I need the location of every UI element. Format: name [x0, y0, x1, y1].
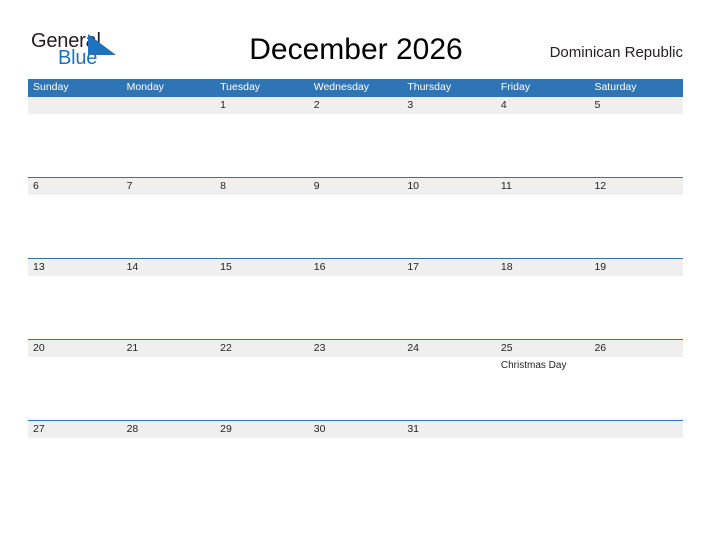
day-events[interactable]: [402, 438, 496, 501]
day-number[interactable]: 14: [122, 259, 216, 276]
week-event-body: Christmas Day: [28, 357, 683, 420]
weekday-header-monday: Monday: [126, 81, 164, 93]
day-events[interactable]: [122, 438, 216, 501]
day-events[interactable]: [215, 357, 309, 420]
day-events[interactable]: [28, 114, 122, 177]
day-number[interactable]: 5: [589, 97, 683, 114]
day-events[interactable]: [122, 195, 216, 258]
day-events[interactable]: [215, 114, 309, 177]
day-events[interactable]: [496, 438, 590, 501]
day-events[interactable]: [309, 438, 403, 501]
weekday-header-row: Sunday Monday Tuesday Wednesday Thursday…: [28, 79, 683, 96]
weekday-header-tuesday: Tuesday: [220, 81, 261, 93]
day-events[interactable]: [589, 195, 683, 258]
day-events[interactable]: [402, 195, 496, 258]
day-number[interactable]: 2: [309, 97, 403, 114]
weekday-header-sunday: Sunday: [33, 81, 69, 93]
day-number[interactable]: 10: [402, 178, 496, 195]
day-number[interactable]: 13: [28, 259, 122, 276]
day-number[interactable]: 30: [309, 421, 403, 438]
day-events[interactable]: [496, 114, 590, 177]
day-events[interactable]: [28, 438, 122, 501]
day-events[interactable]: [402, 357, 496, 420]
day-events[interactable]: [589, 276, 683, 339]
week-date-band: 6 7 8 9 10 11 12: [28, 178, 683, 195]
day-events[interactable]: [28, 195, 122, 258]
day-number[interactable]: 16: [309, 259, 403, 276]
day-number[interactable]: [496, 421, 590, 438]
day-events[interactable]: [589, 438, 683, 501]
calendar-grid: Sunday Monday Tuesday Wednesday Thursday…: [28, 79, 683, 501]
day-number[interactable]: 24: [402, 340, 496, 357]
week-date-band: 13 14 15 16 17 18 19: [28, 259, 683, 276]
day-events[interactable]: [309, 357, 403, 420]
weekday-header-wednesday: Wednesday: [313, 81, 369, 93]
calendar-week-row: 27 28 29 30 31: [28, 420, 683, 501]
day-number[interactable]: 23: [309, 340, 403, 357]
day-events[interactable]: [496, 195, 590, 258]
day-events[interactable]: [122, 276, 216, 339]
day-number[interactable]: 31: [402, 421, 496, 438]
day-events[interactable]: [122, 114, 216, 177]
day-number[interactable]: 25: [496, 340, 590, 357]
weekday-header-thursday: Thursday: [407, 81, 452, 93]
day-number[interactable]: 28: [122, 421, 216, 438]
day-number[interactable]: [122, 97, 216, 114]
calendar-week-row: 6 7 8 9 10 11 12: [28, 177, 683, 258]
day-events[interactable]: [309, 114, 403, 177]
day-number[interactable]: 15: [215, 259, 309, 276]
day-number[interactable]: [589, 421, 683, 438]
week-event-body: [28, 114, 683, 177]
page-header: General Blue December 2026 Dominican Rep…: [0, 0, 712, 79]
day-number[interactable]: 7: [122, 178, 216, 195]
weekday-header-friday: Friday: [500, 81, 531, 93]
day-number[interactable]: 11: [496, 178, 590, 195]
day-number[interactable]: 26: [589, 340, 683, 357]
day-number[interactable]: 20: [28, 340, 122, 357]
week-date-band: 20 21 22 23 24 25 26: [28, 340, 683, 357]
day-number[interactable]: 18: [496, 259, 590, 276]
day-events[interactable]: [589, 114, 683, 177]
day-events-christmas[interactable]: Christmas Day: [496, 357, 590, 420]
event-label: Christmas Day: [500, 360, 567, 371]
day-events[interactable]: [309, 195, 403, 258]
day-events[interactable]: [28, 276, 122, 339]
day-events[interactable]: [215, 195, 309, 258]
day-events[interactable]: [215, 438, 309, 501]
week-event-body: [28, 276, 683, 339]
day-number[interactable]: [28, 97, 122, 114]
day-number[interactable]: 6: [28, 178, 122, 195]
day-events[interactable]: [215, 276, 309, 339]
day-number[interactable]: 8: [215, 178, 309, 195]
day-number[interactable]: 27: [28, 421, 122, 438]
weekday-header-saturday: Saturday: [594, 81, 637, 93]
day-events[interactable]: [589, 357, 683, 420]
day-number[interactable]: 3: [402, 97, 496, 114]
calendar-week-row: 20 21 22 23 24 25 26 Christmas Day: [28, 339, 683, 420]
week-event-body: [28, 195, 683, 258]
day-number[interactable]: 17: [402, 259, 496, 276]
week-date-band: 27 28 29 30 31: [28, 421, 683, 438]
day-number[interactable]: 9: [309, 178, 403, 195]
day-number[interactable]: 21: [122, 340, 216, 357]
day-number[interactable]: 29: [215, 421, 309, 438]
day-number[interactable]: 22: [215, 340, 309, 357]
day-events[interactable]: [28, 357, 122, 420]
day-events[interactable]: [402, 276, 496, 339]
calendar-week-row: 13 14 15 16 17 18 19: [28, 258, 683, 339]
day-events[interactable]: [496, 276, 590, 339]
day-events[interactable]: [402, 114, 496, 177]
week-event-body: [28, 438, 683, 501]
calendar-week-row: 1 2 3 4 5: [28, 96, 683, 177]
day-number[interactable]: 4: [496, 97, 590, 114]
day-events[interactable]: [309, 276, 403, 339]
country-label: Dominican Republic: [549, 44, 683, 61]
day-number[interactable]: 1: [215, 97, 309, 114]
day-events[interactable]: [122, 357, 216, 420]
week-date-band: 1 2 3 4 5: [28, 97, 683, 114]
day-number[interactable]: 12: [589, 178, 683, 195]
day-number[interactable]: 19: [589, 259, 683, 276]
